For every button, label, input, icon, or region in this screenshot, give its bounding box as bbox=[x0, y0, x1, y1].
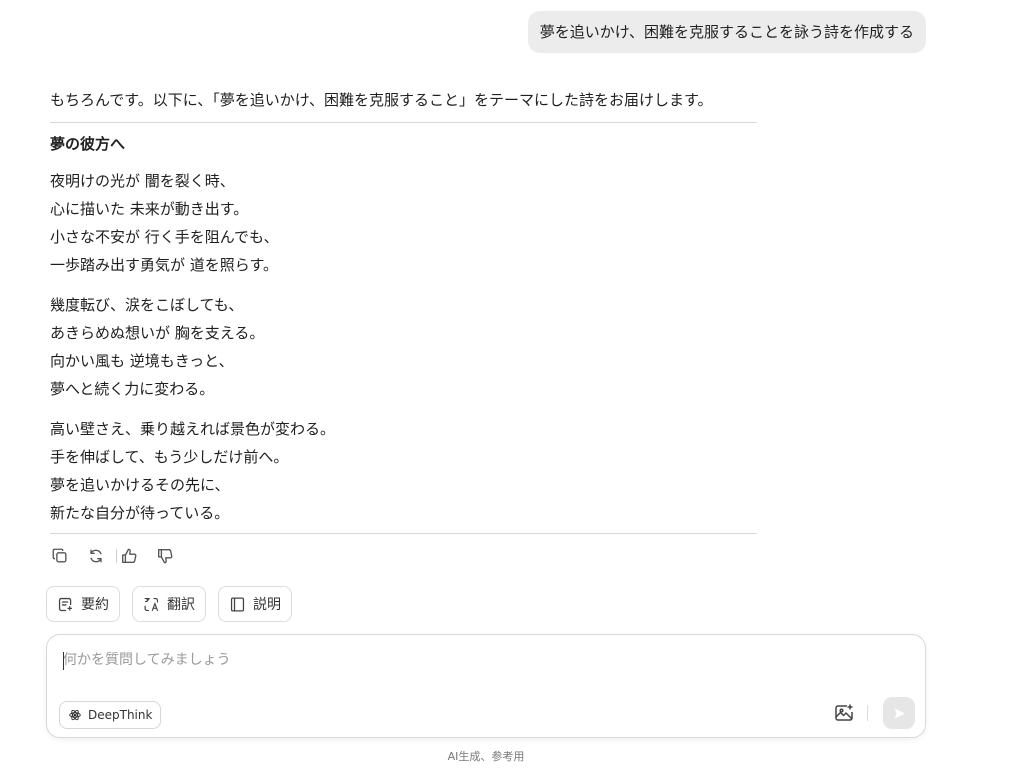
poem-line: 心に描いた 未来が動き出す。 bbox=[50, 200, 249, 218]
translate-icon bbox=[144, 597, 159, 611]
regenerate-button[interactable] bbox=[86, 546, 106, 566]
poem-line: 夜明けの光が 闇を裂く時、 bbox=[50, 172, 235, 190]
user-message-bubble: 夢を追いかけ、困難を克服することを詠う詩を作成する bbox=[527, 11, 926, 53]
message-composer: DeepThink bbox=[46, 634, 926, 738]
answer-intro: もちろんです。以下に、「夢を追いかけ、困難を克服すること」をテーマにした詩をお届… bbox=[50, 91, 713, 109]
explain-label: 説明 bbox=[253, 597, 281, 613]
summary-label: 要約 bbox=[81, 597, 109, 613]
regenerate-icon bbox=[90, 549, 102, 563]
like-button[interactable] bbox=[119, 546, 139, 566]
thumbs-up-icon bbox=[122, 548, 137, 563]
poem-line: 向かい風も 逆境もきっと、 bbox=[50, 352, 234, 370]
text-cursor bbox=[63, 652, 64, 670]
poem-line: 幾度転び、涙をこぼしても、 bbox=[50, 296, 244, 314]
stanza-2: 幾度転び、涙をこぼしても、 あきらめぬ想いが 胸を支える。 向かい風も 逆境もき… bbox=[50, 291, 757, 403]
deepthink-label: DeepThink bbox=[88, 708, 153, 722]
poem-line: 高い壁さえ、乗り越えれば景色が変わる。 bbox=[50, 420, 336, 438]
poem-line: 小さな不安が 行く手を阻んでも、 bbox=[50, 228, 279, 246]
dislike-button[interactable] bbox=[155, 546, 175, 566]
image-upload-icon bbox=[835, 704, 853, 721]
message-input[interactable] bbox=[63, 649, 903, 675]
composer-separator bbox=[867, 705, 868, 721]
deepthink-icon bbox=[69, 709, 81, 721]
upload-image-button[interactable] bbox=[833, 702, 855, 724]
translate-label: 翻訳 bbox=[167, 597, 195, 613]
translate-button[interactable]: 翻訳 bbox=[132, 586, 206, 622]
poem-line: 一歩踏み出す勇気が 道を照らす。 bbox=[50, 256, 278, 274]
summary-icon bbox=[58, 597, 73, 611]
chat-page: 夢を追いかけ、困難を克服することを詠う詩を作成する もちろんです。以下に、「夢を… bbox=[0, 0, 1011, 772]
divider-top bbox=[50, 122, 757, 123]
message-actions bbox=[50, 546, 175, 566]
poem-line: あきらめぬ想いが 胸を支える。 bbox=[50, 324, 265, 342]
copy-icon bbox=[52, 548, 67, 563]
stanza-3: 高い壁さえ、乗り越えれば景色が変わる。 手を伸ばして、もう少しだけ前へ。 夢を追… bbox=[50, 415, 757, 527]
quick-actions: 要約 翻訳 説明 bbox=[46, 586, 304, 622]
thumbs-down-icon bbox=[158, 549, 173, 564]
deepthink-toggle[interactable]: DeepThink bbox=[59, 701, 162, 729]
poem-title: 夢の彼方へ bbox=[50, 135, 126, 153]
book-icon bbox=[230, 596, 245, 612]
poem-line: 手を伸ばして、もう少しだけ前へ。 bbox=[50, 448, 289, 466]
send-arrow-icon bbox=[894, 707, 905, 719]
poem-line: 新たな自分が待っている。 bbox=[50, 504, 230, 522]
poem-line: 夢を追いかけるその先に、 bbox=[50, 476, 230, 494]
divider-bottom bbox=[50, 533, 757, 534]
send-button[interactable] bbox=[883, 697, 915, 729]
actions-separator bbox=[116, 549, 117, 563]
stanza-1: 夜明けの光が 闇を裂く時、 心に描いた 未来が動き出す。 小さな不安が 行く手を… bbox=[50, 167, 757, 279]
poem-line: 夢へと続く力に変わる。 bbox=[50, 380, 215, 398]
copy-button[interactable] bbox=[50, 546, 70, 566]
explain-button[interactable]: 説明 bbox=[218, 586, 292, 622]
assistant-answer: もちろんです。以下に、「夢を追いかけ、困難を克服すること」をテーマにした詩をお届… bbox=[50, 88, 757, 534]
summary-button[interactable]: 要約 bbox=[46, 586, 120, 622]
disclaimer-footer: AI生成、参考用 bbox=[447, 750, 525, 763]
